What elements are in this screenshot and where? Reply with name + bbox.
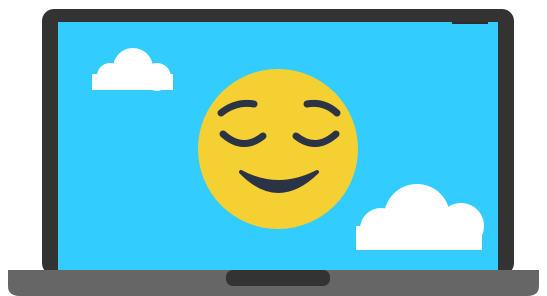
relieved-face-icon — [198, 69, 358, 229]
face-circle — [198, 69, 358, 229]
laptop-illustration — [8, 9, 539, 296]
screen-edge-detail — [452, 22, 488, 24]
laptop-notch — [226, 270, 330, 286]
